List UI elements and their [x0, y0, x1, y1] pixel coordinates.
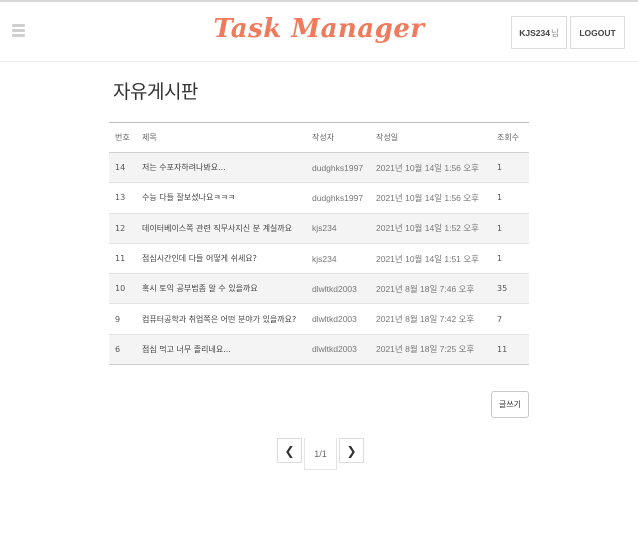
page-title: 자유게시판 [113, 81, 198, 103]
post-number: 14 [109, 152, 136, 184]
post-date: 2021년 10월 14일 1:52 오후 [370, 213, 491, 244]
post-views: 35 [491, 273, 529, 305]
table-row[interactable]: 9 컴퓨터공학과 취업쪽은 어떤 분야가 있을까요? dlwltkd2003 2… [109, 303, 529, 335]
post-date: 2021년 10월 14일 1:56 오후 [370, 182, 491, 214]
post-author: dudghks1997 [306, 182, 370, 214]
table-row[interactable]: 11 점심시간인데 다들 어떻게 쉬세요? kjs234 2021년 10월 1… [109, 243, 529, 275]
post-number: 9 [109, 303, 136, 335]
post-table: 번호 제목 작성자 작성일 조회수 14 저는 수포자하려나봐요... dudg… [109, 122, 529, 366]
pagination: ❮ 1/1 ❯ [277, 438, 364, 470]
user-profile-button[interactable]: KJS234 님 [511, 16, 567, 49]
post-author: kjs234 [306, 243, 370, 275]
post-number: 10 [109, 273, 136, 305]
post-title-link[interactable]: 점심 먹고 너무 졸리네요... [136, 334, 306, 366]
column-header-views: 조회수 [491, 122, 529, 153]
table-row[interactable]: 6 점심 먹고 너무 졸리네요... dlwltkd2003 2021년 8월 … [109, 334, 529, 366]
app-header: Task Manager KJS234 님 LOGOUT [0, 2, 638, 62]
post-title-link[interactable]: 혹시 토익 공부법좀 알 수 있을까요 [136, 273, 306, 305]
post-views: 1 [491, 243, 529, 275]
table-row[interactable]: 10 혹시 토익 공부법좀 알 수 있을까요 dlwltkd2003 2021년… [109, 273, 529, 305]
post-views: 1 [491, 182, 529, 214]
post-title-link[interactable]: 저는 수포자하려나봐요... [136, 152, 306, 184]
next-page-button[interactable]: ❯ [339, 438, 364, 463]
post-author: dlwltkd2003 [306, 303, 370, 335]
post-views: 11 [491, 334, 529, 366]
post-date: 2021년 10월 14일 1:51 오후 [370, 243, 491, 275]
post-author: dlwltkd2003 [306, 273, 370, 305]
post-author: kjs234 [306, 213, 370, 244]
chevron-right-icon: ❯ [346, 443, 357, 458]
post-number: 12 [109, 213, 136, 244]
column-header-number: 번호 [109, 122, 136, 153]
post-number: 11 [109, 243, 136, 275]
post-views: 1 [491, 213, 529, 244]
chevron-left-icon: ❮ [284, 443, 295, 458]
post-number: 13 [109, 182, 136, 214]
post-title-link[interactable]: 수능 다들 잘보셨나요ㅋㅋㅋ [136, 182, 306, 214]
hamburger-menu-icon[interactable] [12, 24, 25, 38]
post-author: dudghks1997 [306, 152, 370, 184]
post-number: 6 [109, 334, 136, 366]
post-date: 2021년 8월 18일 7:25 오후 [370, 334, 491, 366]
post-title-link[interactable]: 데이터베이스쪽 관련 직무사지신 분 계실까요 [136, 213, 306, 244]
user-honorific: 님 [550, 27, 559, 38]
post-views: 1 [491, 152, 529, 184]
post-views: 7 [491, 303, 529, 335]
post-author: dlwltkd2003 [306, 334, 370, 366]
post-date: 2021년 8월 18일 7:46 오후 [370, 273, 491, 305]
logout-button[interactable]: LOGOUT [570, 16, 625, 49]
column-header-date: 작성일 [370, 122, 491, 153]
table-row[interactable]: 13 수능 다들 잘보셨나요ㅋㅋㅋ dudghks1997 2021년 10월 … [109, 182, 529, 214]
page-indicator: 1/1 [304, 438, 337, 470]
prev-page-button[interactable]: ❮ [277, 438, 302, 463]
user-name: KJS234 [519, 27, 550, 38]
post-title-link[interactable]: 점심시간인데 다들 어떻게 쉬세요? [136, 243, 306, 275]
table-row[interactable]: 14 저는 수포자하려나봐요... dudghks1997 2021년 10월 … [109, 152, 529, 184]
column-header-author: 작성자 [306, 122, 370, 153]
post-date: 2021년 8월 18일 7:42 오후 [370, 303, 491, 335]
table-header-row: 번호 제목 작성자 작성일 조회수 [109, 122, 529, 153]
table-row[interactable]: 12 데이터베이스쪽 관련 직무사지신 분 계실까요 kjs234 2021년 … [109, 213, 529, 244]
post-title-link[interactable]: 컴퓨터공학과 취업쪽은 어떤 분야가 있을까요? [136, 303, 306, 335]
write-post-button[interactable]: 글쓰기 [491, 391, 529, 418]
post-date: 2021년 10월 14일 1:56 오후 [370, 152, 491, 184]
column-header-title: 제목 [136, 122, 306, 153]
